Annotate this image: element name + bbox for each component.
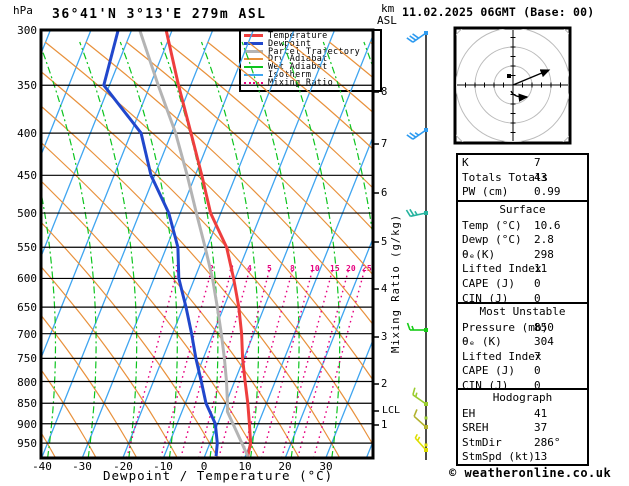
wind-barb xyxy=(411,388,430,404)
wind-level-dot xyxy=(424,448,428,452)
mixing-ratio-line xyxy=(282,268,333,458)
dry-adiabat-line xyxy=(0,42,340,458)
dry-adiabat-line xyxy=(0,42,56,458)
wind-barb xyxy=(414,434,429,450)
dry-adiabat-line xyxy=(0,42,299,458)
skewt-sounding-app: { "header": { "title": "36°41'N 3°13'E 2… xyxy=(0,0,629,486)
wind-barb xyxy=(407,27,426,43)
wind-level-dot xyxy=(424,328,428,332)
wind-level-dot xyxy=(424,128,428,132)
wind-barb xyxy=(408,323,427,330)
wet-adiabat-line xyxy=(567,42,624,458)
wind-level-dot xyxy=(424,31,428,35)
wind-level-dot xyxy=(424,402,428,406)
dry-adiabat-line xyxy=(0,42,96,458)
wind-barb xyxy=(406,206,426,217)
dry-adiabat-line xyxy=(0,42,259,458)
dry-adiabat-line xyxy=(0,42,137,458)
wet-adiabat-line xyxy=(0,42,15,458)
wind-level-dot xyxy=(424,211,428,215)
dry-adiabat-line xyxy=(0,42,218,458)
wind-level-dot xyxy=(425,417,428,420)
wet-adiabat-line xyxy=(608,42,629,458)
dry-adiabat-line xyxy=(0,42,15,458)
skewt-chart xyxy=(0,0,629,486)
plot-border xyxy=(41,30,373,458)
mixing-ratio-line xyxy=(161,268,212,458)
isotherm-line xyxy=(0,30,10,458)
hodograph-origin-dot xyxy=(507,74,511,78)
wind-level-dot xyxy=(425,444,428,447)
isotherm-line xyxy=(0,30,50,458)
dry-adiabat-line xyxy=(0,42,177,458)
isotherm-line xyxy=(1,30,172,458)
parcel_trajectory-curve xyxy=(140,30,248,456)
wind-barb xyxy=(407,124,426,140)
wind-barb xyxy=(412,409,430,427)
wind-level-dot xyxy=(424,425,428,429)
wet-adiabat-line xyxy=(0,42,56,458)
